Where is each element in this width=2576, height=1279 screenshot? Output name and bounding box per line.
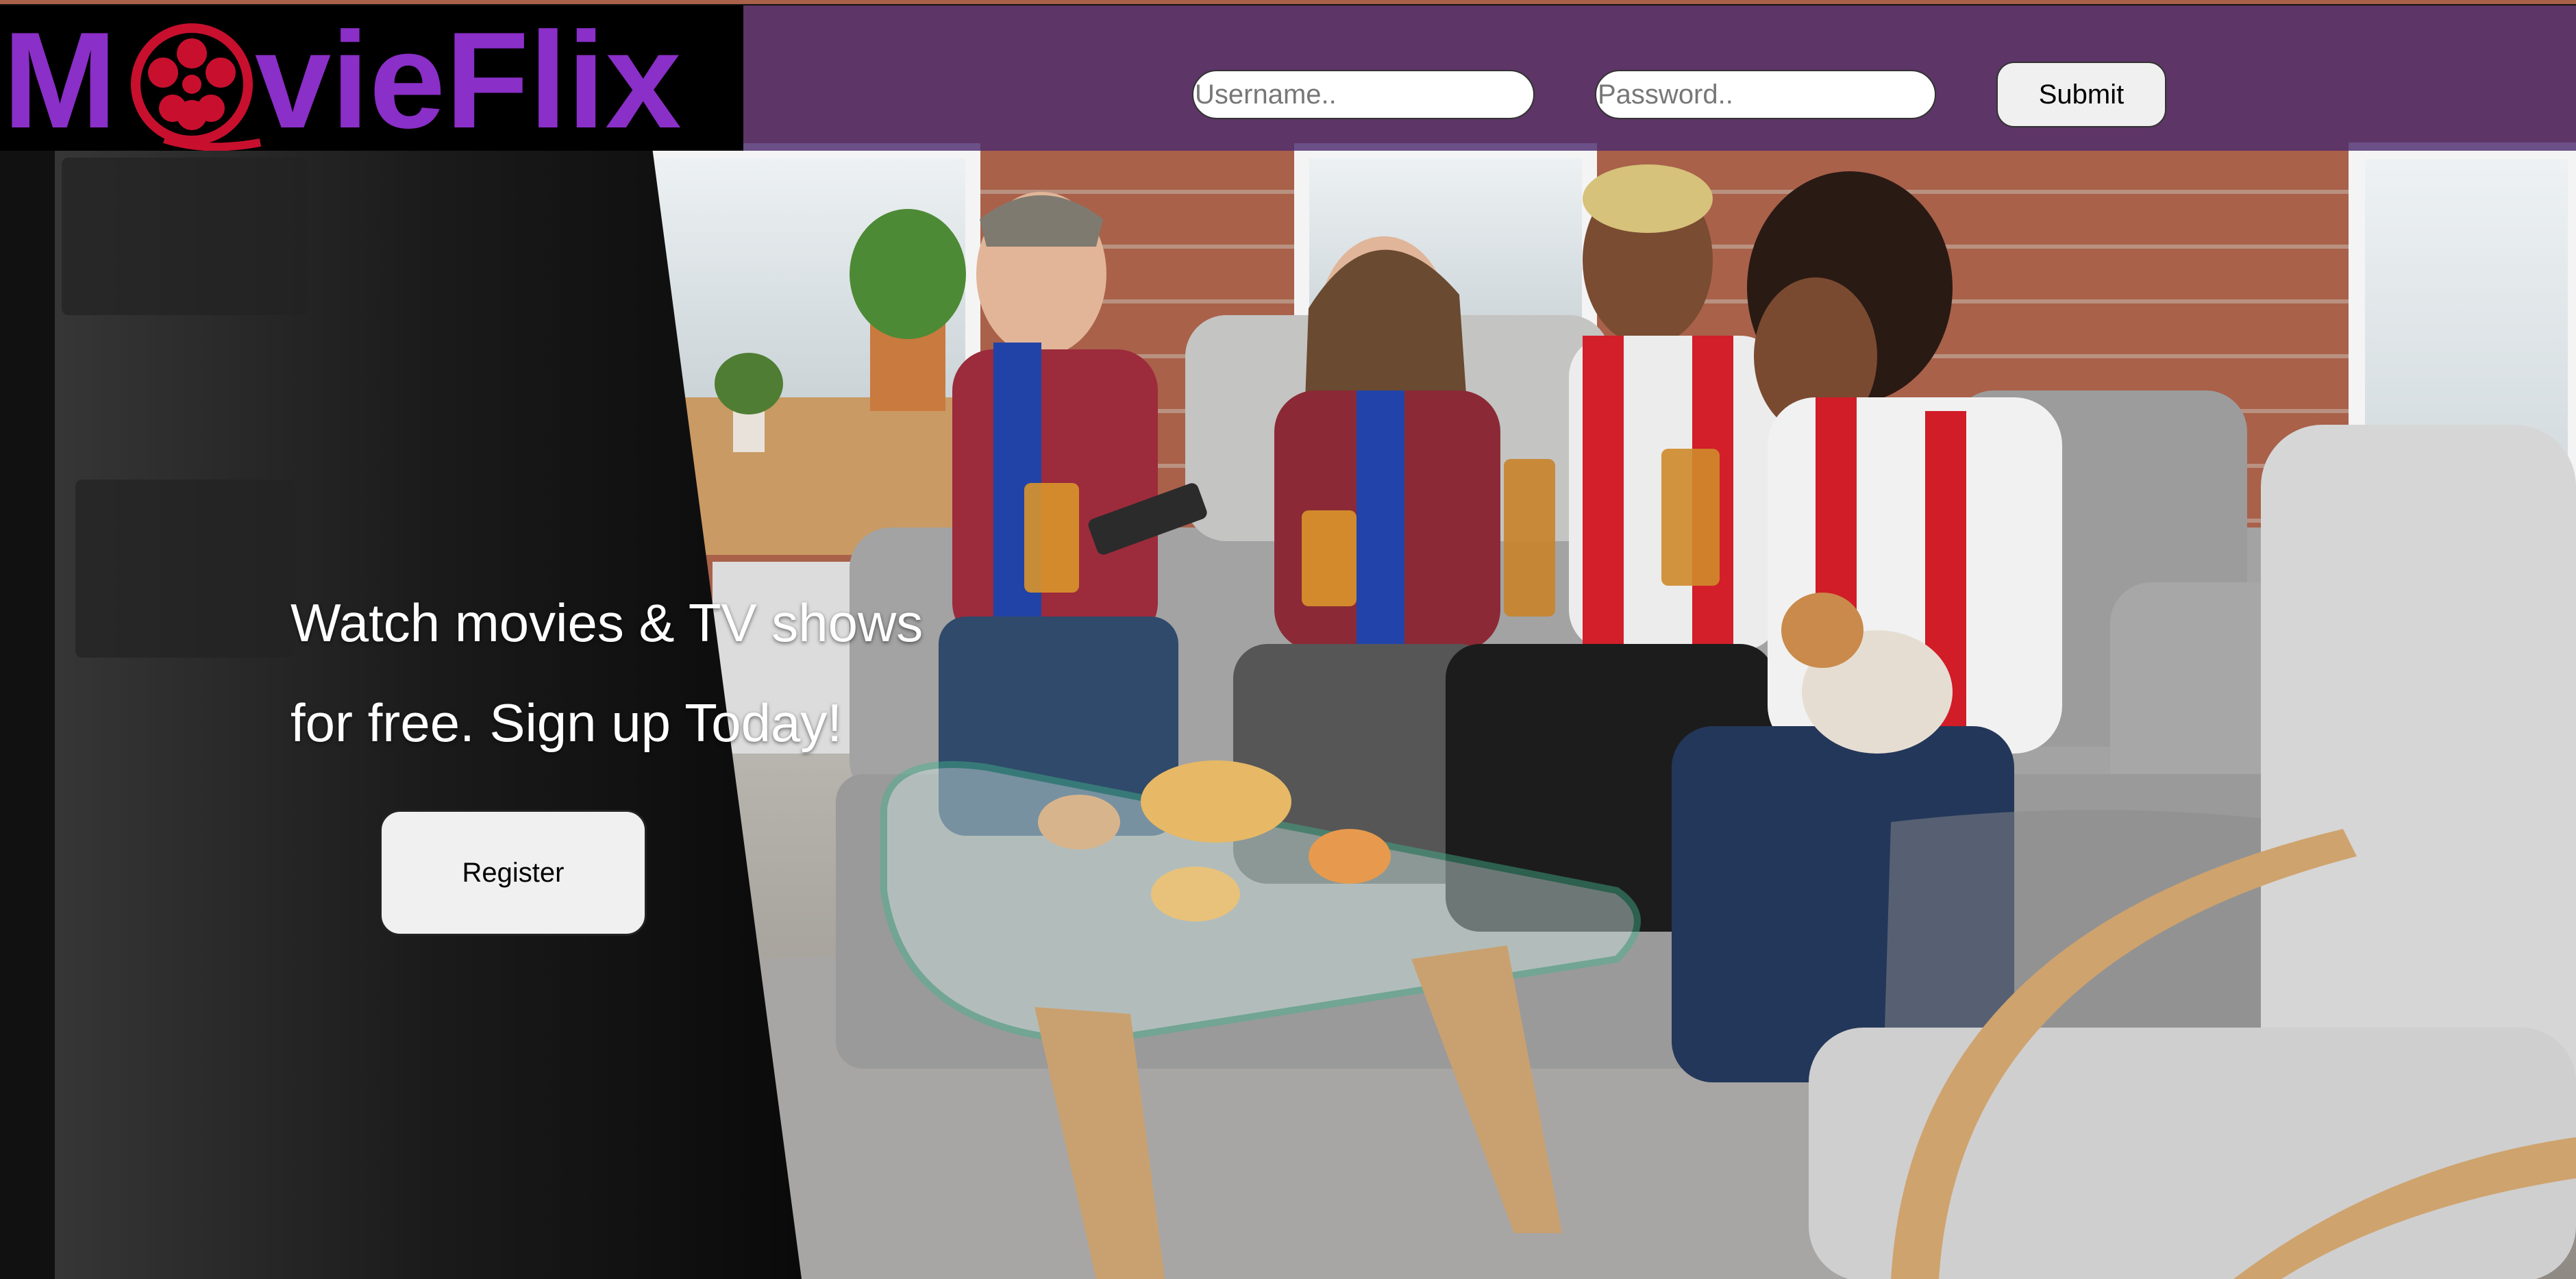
moviflix-logo: M vieFlix	[3, 5, 682, 151]
landing-page: M vieFlix Submit Watch mo	[0, 0, 2576, 1279]
tagline-line-1: Watch movies & TV shows	[290, 593, 924, 653]
hero-tagline: Watch movies & TV shows for free. Sign u…	[290, 573, 1044, 773]
register-button[interactable]: Register	[380, 810, 647, 936]
tagline-line-2: for free. Sign up Today!	[290, 693, 843, 753]
submit-button[interactable]: Submit	[1996, 62, 2166, 127]
film-reel-icon	[131, 23, 262, 151]
brand-logo[interactable]: M vieFlix	[0, 5, 743, 151]
top-header: M vieFlix Submit	[0, 4, 2576, 151]
logo-text-rest: vieFlix	[255, 5, 682, 151]
logo-text-m: M	[3, 5, 117, 151]
password-input[interactable]	[1595, 70, 1936, 119]
username-input[interactable]	[1192, 70, 1535, 119]
